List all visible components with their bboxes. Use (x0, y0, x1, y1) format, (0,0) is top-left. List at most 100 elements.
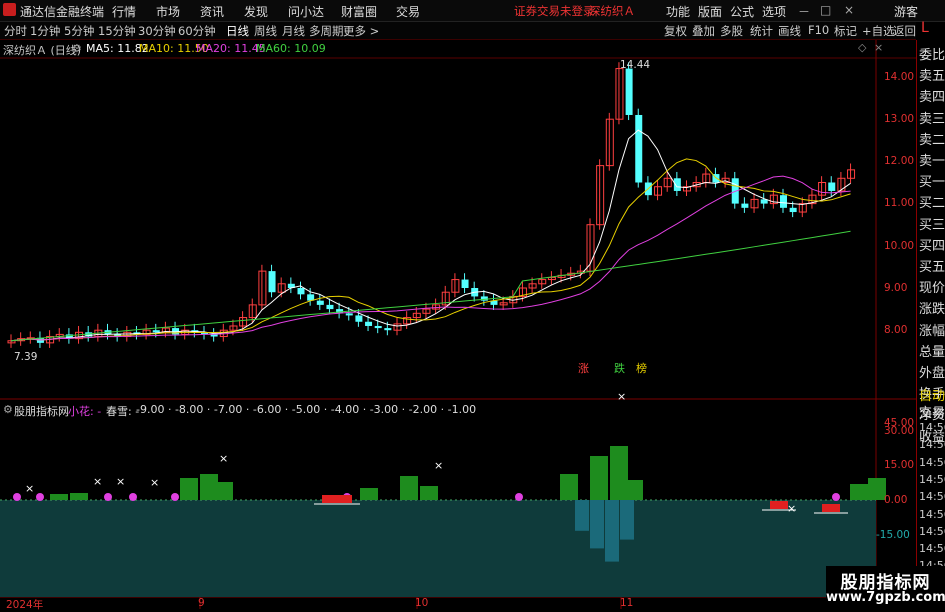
tick-time: 14:56 (919, 455, 945, 469)
toolbar-overlay[interactable]: 叠加 (692, 23, 715, 39)
indicator-blue-bar (590, 500, 604, 549)
flower-marker (129, 493, 137, 501)
indicator-green-bar (70, 493, 88, 500)
candle-body (268, 271, 276, 293)
tick-time: 14:56 (919, 507, 945, 521)
period-daily[interactable]: 日线 (226, 23, 249, 39)
menu-market-quotes[interactable]: 行情 (112, 3, 136, 20)
period-monthly[interactable]: 月线 (282, 23, 305, 39)
period-15min[interactable]: 15分钟 (98, 23, 136, 39)
period-weekly[interactable]: 周线 (254, 23, 277, 39)
side-panel-item: 卖一 (919, 154, 945, 169)
x-axis-year: 2024年 (6, 599, 44, 611)
tag-fall[interactable]: 跌 (614, 360, 625, 376)
y-tick: 12.00 (884, 155, 915, 167)
flower-marker (104, 493, 112, 501)
side-panel-item: 卖四 (919, 90, 945, 106)
x-axis-sep: 9 (198, 597, 205, 609)
candlestick-series (7, 62, 856, 348)
menu-wealth-circle[interactable]: 财富圈 (341, 3, 377, 20)
red-block (322, 495, 352, 503)
red-block (770, 501, 788, 509)
ind-y-tick-0: 0.00 (884, 494, 908, 506)
period-60min[interactable]: 60分钟 (178, 23, 216, 39)
candle-body (789, 207, 797, 213)
chart-area[interactable]: × × × × × × × × (0, 40, 916, 609)
x-marker: × (787, 502, 796, 515)
toolbar-multi-stock[interactable]: 多股 (720, 23, 743, 39)
candle-body (355, 315, 363, 322)
period-intraday[interactable]: 分时 (4, 23, 27, 39)
menu-discover[interactable]: 发现 (244, 3, 268, 20)
y-tick: 13.00 (884, 113, 915, 125)
toolbar-add-watchlist[interactable]: +自选 (862, 23, 895, 39)
side-panel-item: 买二 (919, 196, 945, 212)
indicator-green-bar (360, 488, 378, 500)
candle-body (780, 195, 787, 208)
side-panel-item: 买三 (919, 217, 945, 233)
toolbar-adjust[interactable]: 复权 (664, 23, 687, 39)
menu-options[interactable]: 选项 (762, 3, 786, 20)
top-menu-bar: 通达信金融终端 行情 市场 资讯 发现 问小达 财富圈 交易 证券交易未登录 深… (0, 0, 945, 22)
candle-body (384, 328, 392, 331)
period-multi[interactable]: 多周期 (309, 23, 344, 39)
toolbar-mark[interactable]: 标记 (834, 23, 857, 39)
watermark-url: www.7gpzb.com (826, 590, 945, 605)
indicator-green-bar (400, 476, 418, 500)
toolbar-f10[interactable]: F10 (808, 23, 829, 37)
close-button[interactable]: × (844, 3, 854, 17)
menu-function[interactable]: 功能 (666, 3, 690, 20)
settings-gear-icon[interactable]: ⚙ (72, 42, 82, 55)
menu-market[interactable]: 市场 (156, 3, 180, 20)
flower-marker (515, 493, 523, 501)
ind-y-tick-neg15: -15.00 (876, 529, 910, 541)
tag-rank[interactable]: 榜 (636, 360, 647, 376)
menu-news[interactable]: 资讯 (200, 3, 224, 20)
red-block (822, 504, 840, 512)
indicator-settings-icon[interactable]: ⚙ (3, 403, 13, 416)
guest-user[interactable]: 游客 (894, 3, 918, 20)
menu-ask-xiaoda[interactable]: 问小达 (288, 3, 324, 20)
close-icon[interactable]: × (874, 41, 883, 54)
app-title: 通达信金融终端 (20, 5, 105, 19)
minimize-button[interactable]: － (798, 3, 810, 20)
menu-layout[interactable]: 版面 (698, 3, 722, 20)
x-axis-oct: 10 (415, 597, 429, 609)
maximize-button[interactable]: □ (820, 3, 831, 17)
tick-time: 14:56 (919, 542, 945, 556)
trade-login-status[interactable]: 证券交易未登录 (514, 3, 595, 19)
candle-body (152, 330, 160, 333)
candle-body (374, 325, 382, 329)
flower-marker (36, 493, 44, 501)
side-panel-item: 现价 (919, 281, 945, 297)
trade-label[interactable]: 交易 (919, 402, 945, 421)
x-marker: × (25, 482, 34, 495)
top-letter: L (921, 20, 929, 36)
indicator-green-bar (420, 486, 438, 500)
tick-time: 14:56 (919, 472, 945, 486)
flower-marker (171, 493, 179, 501)
period-more[interactable]: 更多 > (343, 23, 379, 39)
period-1min[interactable]: 1分钟 (30, 23, 60, 39)
tag-rise[interactable]: 涨 (578, 360, 589, 376)
indicator-blue-bar (620, 500, 634, 540)
indicator-flower: 小花: - (68, 405, 102, 418)
ma5-line (10, 129, 851, 342)
candle-body (480, 296, 488, 301)
toolbar-draw[interactable]: 画线 (778, 23, 801, 39)
diamond-icon[interactable]: ◇ (858, 41, 866, 54)
watermark-logo: 股朋指标网 www.7gpzb.com (826, 566, 945, 609)
menu-trade[interactable]: 交易 (396, 3, 420, 20)
toolbar-back[interactable]: 返回 (893, 23, 916, 39)
candle-body (326, 304, 334, 310)
y-tick: 14.00 (884, 71, 915, 83)
flower-marker (832, 493, 840, 501)
app-logo-icon (3, 3, 16, 16)
indicator-green-bar (625, 480, 643, 500)
indicator-levels: -9.00 · -8.00 · -7.00 · -6.00 · -5.00 · … (136, 403, 477, 416)
menu-formula[interactable]: 公式 (730, 3, 754, 20)
toolbar-statistics[interactable]: 统计 (750, 23, 773, 39)
period-30min[interactable]: 30分钟 (138, 23, 176, 39)
period-5min[interactable]: 5分钟 (64, 23, 94, 39)
indicator-green-bar (50, 494, 68, 500)
